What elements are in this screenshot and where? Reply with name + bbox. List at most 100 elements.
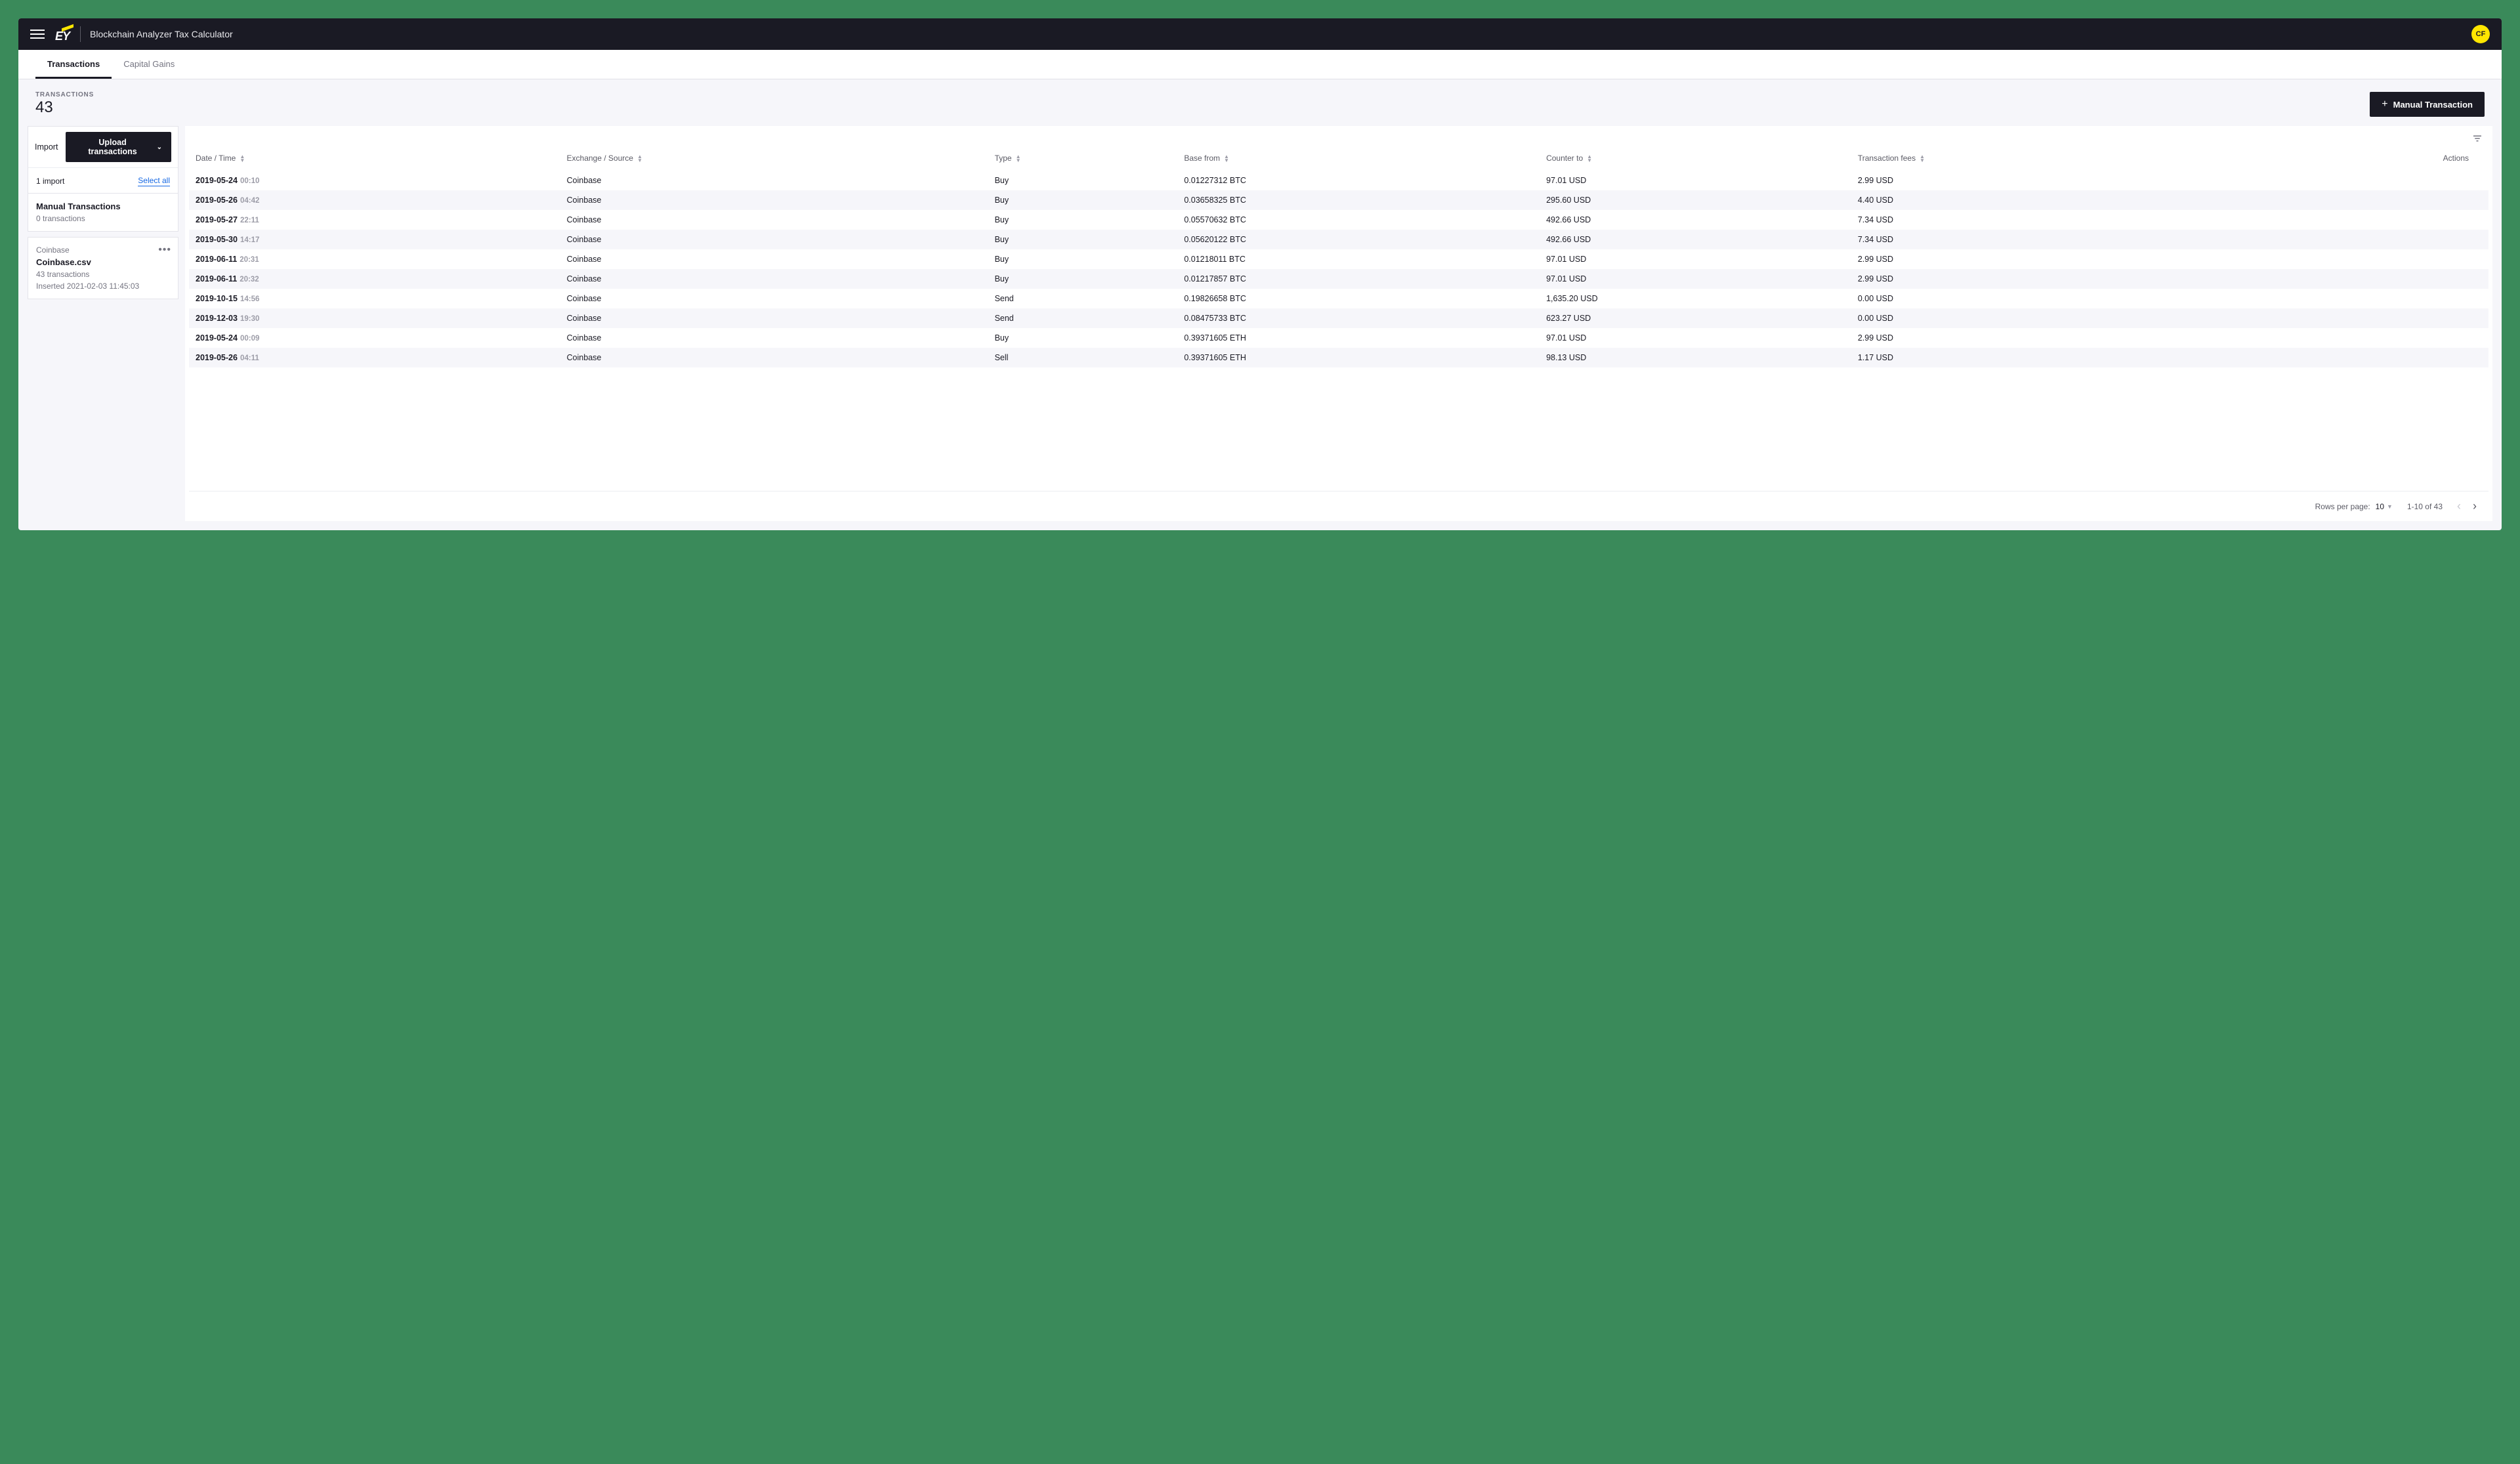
table-row[interactable]: 2019-05-2400:09CoinbaseBuy0.39371605 ETH… xyxy=(189,328,2488,348)
tab-transactions[interactable]: Transactions xyxy=(35,50,112,79)
cell-exchange: Coinbase xyxy=(560,289,988,308)
cell-exchange: Coinbase xyxy=(560,348,988,367)
cell-exchange: Coinbase xyxy=(560,269,988,289)
cell-counter: 97.01 USD xyxy=(1540,249,1851,269)
cell-fees: 0.00 USD xyxy=(1851,308,2238,328)
sort-icon: ▲▼ xyxy=(1920,155,1925,163)
manual-transaction-label: Manual Transaction xyxy=(2393,100,2473,110)
app-window: EY Blockchain Analyzer Tax Calculator CF… xyxy=(18,18,2502,530)
hamburger-menu-icon[interactable] xyxy=(30,27,45,41)
transactions-count-label: TRANSACTIONS xyxy=(35,91,94,98)
table-header: Date / Time▲▼ Exchange / Source▲▼ Type▲▼… xyxy=(189,147,2488,171)
cell-fees: 0.00 USD xyxy=(1851,289,2238,308)
cell-base: 0.01217857 BTC xyxy=(1177,269,1540,289)
cell-exchange: Coinbase xyxy=(560,249,988,269)
more-icon[interactable]: ••• xyxy=(158,244,171,256)
coinbase-source-label: Coinbase xyxy=(36,245,170,255)
app-title: Blockchain Analyzer Tax Calculator xyxy=(90,29,233,39)
cell-date: 2019-05-2604:11 xyxy=(189,348,560,367)
upload-transactions-label: Upload transactions xyxy=(75,138,150,156)
cell-actions xyxy=(2238,210,2488,230)
cell-fees: 2.99 USD xyxy=(1851,171,2238,190)
cell-exchange: Coinbase xyxy=(560,210,988,230)
table-row[interactable]: 2019-05-2400:10CoinbaseBuy0.01227312 BTC… xyxy=(189,171,2488,190)
col-date[interactable]: Date / Time▲▼ xyxy=(189,147,560,171)
cell-type: Buy xyxy=(988,171,1178,190)
cell-type: Buy xyxy=(988,190,1178,210)
col-exchange[interactable]: Exchange / Source▲▼ xyxy=(560,147,988,171)
cell-type: Buy xyxy=(988,328,1178,348)
cell-actions xyxy=(2238,308,2488,328)
cell-fees: 7.34 USD xyxy=(1851,230,2238,249)
cell-actions xyxy=(2238,348,2488,367)
col-actions: Actions xyxy=(2238,147,2488,171)
cell-counter: 97.01 USD xyxy=(1540,269,1851,289)
cell-exchange: Coinbase xyxy=(560,328,988,348)
col-fees[interactable]: Transaction fees▲▼ xyxy=(1851,147,2238,171)
rows-per-page-select[interactable]: 10 ▼ xyxy=(2376,502,2393,511)
sidebar-coinbase-tile[interactable]: ••• Coinbase Coinbase.csv 43 transaction… xyxy=(28,237,178,299)
cell-exchange: Coinbase xyxy=(560,230,988,249)
table-row[interactable]: 2019-06-1120:32CoinbaseBuy0.01217857 BTC… xyxy=(189,269,2488,289)
upload-transactions-button[interactable]: Upload transactions ⌄ xyxy=(66,132,171,162)
manual-transaction-button[interactable]: + Manual Transaction xyxy=(2370,92,2485,117)
cell-counter: 295.60 USD xyxy=(1540,190,1851,210)
cell-actions xyxy=(2238,190,2488,210)
table-row[interactable]: 2019-05-3014:17CoinbaseBuy0.05620122 BTC… xyxy=(189,230,2488,249)
cell-date: 2019-05-2400:10 xyxy=(189,171,560,190)
cell-date: 2019-06-1120:31 xyxy=(189,249,560,269)
ey-logo: EY xyxy=(55,26,76,43)
sort-icon: ▲▼ xyxy=(1016,155,1021,163)
cell-base: 0.08475733 BTC xyxy=(1177,308,1540,328)
table-row[interactable]: 2019-05-2604:11CoinbaseSell0.39371605 ET… xyxy=(189,348,2488,367)
cell-base: 0.01218011 BTC xyxy=(1177,249,1540,269)
tab-bar: Transactions Capital Gains xyxy=(18,50,2502,79)
transactions-count-block: TRANSACTIONS 43 xyxy=(35,91,94,117)
cell-base: 0.19826658 BTC xyxy=(1177,289,1540,308)
filter-icon[interactable] xyxy=(2471,133,2483,144)
header-divider xyxy=(80,26,81,42)
cell-fees: 4.40 USD xyxy=(1851,190,2238,210)
cell-fees: 1.17 USD xyxy=(1851,348,2238,367)
next-page-button[interactable]: › xyxy=(2473,499,2477,513)
avatar[interactable]: CF xyxy=(2471,25,2490,43)
cell-counter: 97.01 USD xyxy=(1540,328,1851,348)
col-counter[interactable]: Counter to▲▼ xyxy=(1540,147,1851,171)
sidebar-import-card: Import Upload transactions ⌄ 1 import Se… xyxy=(28,126,178,194)
cell-date: 2019-05-2400:09 xyxy=(189,328,560,348)
col-base[interactable]: Base from▲▼ xyxy=(1177,147,1540,171)
coinbase-inserted: Inserted 2021-02-03 11:45:03 xyxy=(36,282,170,291)
cell-base: 0.39371605 ETH xyxy=(1177,348,1540,367)
select-all-link[interactable]: Select all xyxy=(138,176,170,186)
cell-exchange: Coinbase xyxy=(560,171,988,190)
sub-header: TRANSACTIONS 43 + Manual Transaction xyxy=(18,79,2502,126)
tab-capital-gains[interactable]: Capital Gains xyxy=(112,50,186,79)
transactions-count-value: 43 xyxy=(35,98,94,117)
cell-date: 2019-10-1514:56 xyxy=(189,289,560,308)
cell-date: 2019-05-3014:17 xyxy=(189,230,560,249)
sort-icon: ▲▼ xyxy=(1224,155,1229,163)
main-content: Import Upload transactions ⌄ 1 import Se… xyxy=(18,126,2502,530)
cell-type: Buy xyxy=(988,230,1178,249)
cell-counter: 97.01 USD xyxy=(1540,171,1851,190)
table-row[interactable]: 2019-06-1120:31CoinbaseBuy0.01218011 BTC… xyxy=(189,249,2488,269)
sidebar-manual-tile[interactable]: Manual Transactions 0 transactions xyxy=(28,194,178,232)
table-row[interactable]: 2019-10-1514:56CoinbaseSend0.19826658 BT… xyxy=(189,289,2488,308)
cell-type: Buy xyxy=(988,269,1178,289)
sidebar: Import Upload transactions ⌄ 1 import Se… xyxy=(28,126,178,521)
col-type[interactable]: Type▲▼ xyxy=(988,147,1178,171)
cell-actions xyxy=(2238,328,2488,348)
cell-date: 2019-06-1120:32 xyxy=(189,269,560,289)
coinbase-tx-count: 43 transactions xyxy=(36,270,170,279)
table-row[interactable]: 2019-05-2722:11CoinbaseBuy0.05570632 BTC… xyxy=(189,210,2488,230)
plus-icon: + xyxy=(2382,98,2387,110)
prev-page-button[interactable]: ‹ xyxy=(2457,499,2461,513)
cell-base: 0.05620122 BTC xyxy=(1177,230,1540,249)
table-row[interactable]: 2019-05-2604:42CoinbaseBuy0.03658325 BTC… xyxy=(189,190,2488,210)
cell-fees: 7.34 USD xyxy=(1851,210,2238,230)
cell-date: 2019-05-2722:11 xyxy=(189,210,560,230)
rows-per-page-label: Rows per page: xyxy=(2315,502,2370,511)
cell-type: Send xyxy=(988,289,1178,308)
table-row[interactable]: 2019-12-0319:30CoinbaseSend0.08475733 BT… xyxy=(189,308,2488,328)
cell-base: 0.01227312 BTC xyxy=(1177,171,1540,190)
